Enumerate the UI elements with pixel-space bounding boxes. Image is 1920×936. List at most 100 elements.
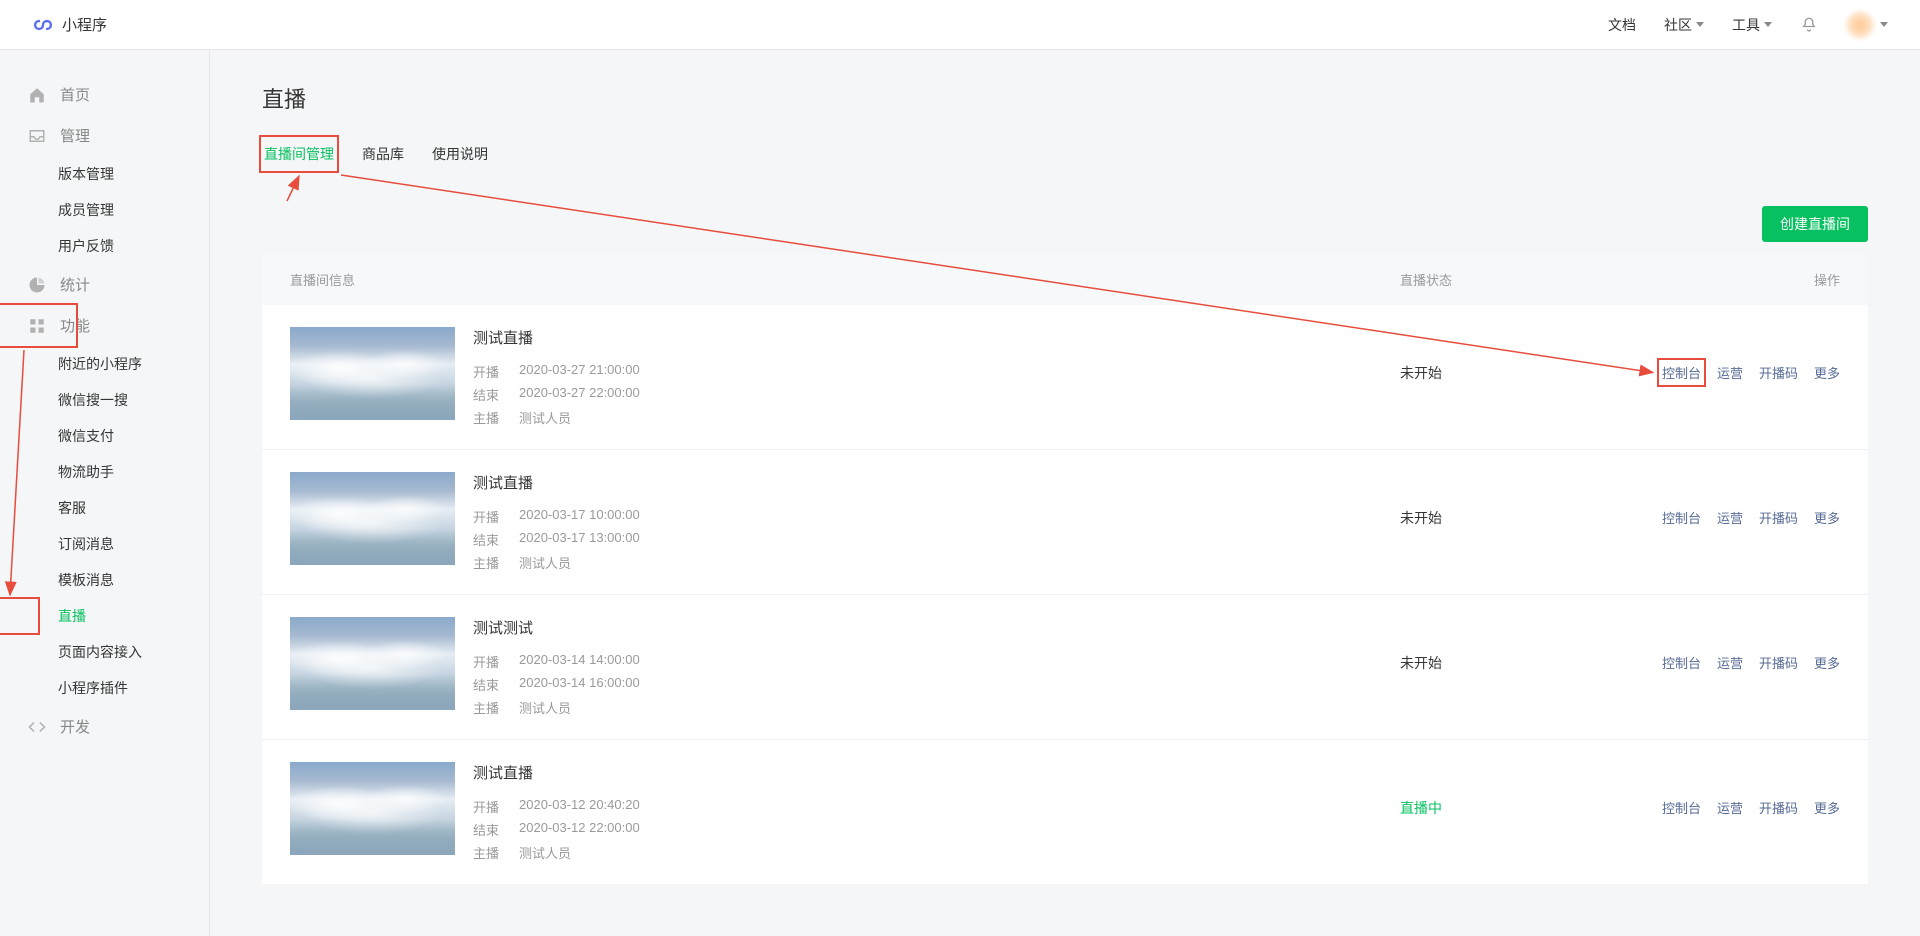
meta-start-label: 开播 [473,362,519,381]
table-row: 测试测试 开播 2020-03-14 14:00:00 结束 2020-03-1… [262,595,1868,740]
meta-host-label: 主播 [473,408,519,427]
page-title: 直播 [262,82,1868,114]
op-more[interactable]: 更多 [1814,798,1840,817]
sidebar-sub-plugin[interactable]: 小程序插件 [0,670,209,706]
room-thumbnail [290,327,455,420]
meta-host-label: 主播 [473,843,519,862]
sidebar-sub-logistics[interactable]: 物流助手 [0,454,209,490]
sidebar-sub-live[interactable]: 直播 [0,598,209,634]
room-status: 直播中 [1400,762,1640,818]
meta-start-label: 开播 [473,797,519,816]
room-thumbnail [290,762,455,855]
room-thumbnail [290,617,455,710]
room-ops: 控制台 运营 开播码 更多 [1640,327,1840,382]
sidebar-sub-pay[interactable]: 微信支付 [0,418,209,454]
sidebar-sub-nearby[interactable]: 附近的小程序 [0,346,209,382]
sidebar-sub-member[interactable]: 成员管理 [0,192,209,228]
table-row: 测试直播 开播 2020-03-12 20:40:20 结束 2020-03-1… [262,740,1868,884]
sidebar-sub-search[interactable]: 微信搜一搜 [0,382,209,418]
room-ops: 控制台 运营 开播码 更多 [1640,472,1840,527]
bell-icon [1800,16,1818,34]
meta-host-value: 测试人员 [519,408,1400,427]
table-header: 直播间信息 直播状态 操作 [262,254,1868,305]
sidebar-sub-service[interactable]: 客服 [0,490,209,526]
op-more[interactable]: 更多 [1814,363,1840,382]
sidebar-home[interactable]: 首页 [0,74,209,115]
meta-end-label: 结束 [473,385,519,404]
op-code[interactable]: 开播码 [1759,508,1798,527]
sidebar-sub-template[interactable]: 模板消息 [0,562,209,598]
op-code[interactable]: 开播码 [1759,798,1798,817]
room-thumbnail [290,472,455,565]
nav-notifications[interactable] [1800,16,1818,34]
room-info: 测试直播 开播 2020-03-12 20:40:20 结束 2020-03-1… [473,762,1400,862]
meta-start-value: 2020-03-12 20:40:20 [519,797,1400,816]
op-operate[interactable]: 运营 [1717,363,1743,382]
room-status: 未开始 [1400,472,1640,528]
top-nav: 文档 社区 工具 [1608,11,1888,39]
room-ops: 控制台 运营 开播码 更多 [1640,762,1840,817]
sidebar-stats[interactable]: 统计 [0,264,209,305]
inbox-icon [28,127,46,145]
sidebar-manage[interactable]: 管理 [0,115,209,156]
logo[interactable]: 小程序 [32,14,107,36]
op-operate[interactable]: 运营 [1717,653,1743,672]
room-status: 未开始 [1400,617,1640,673]
meta-start-label: 开播 [473,652,519,671]
meta-end-value: 2020-03-14 16:00:00 [519,675,1400,694]
chevron-down-icon [1696,22,1704,27]
chevron-down-icon [1764,22,1772,27]
sidebar-sub-page-access[interactable]: 页面内容接入 [0,634,209,670]
create-room-button[interactable]: 创建直播间 [1762,206,1868,242]
meta-end-value: 2020-03-12 22:00:00 [519,820,1400,839]
grid-icon [28,317,46,335]
op-more[interactable]: 更多 [1814,508,1840,527]
meta-host-value: 测试人员 [519,698,1400,717]
nav-tools[interactable]: 工具 [1732,15,1772,35]
meta-host-value: 测试人员 [519,843,1400,862]
table-row: 测试直播 开播 2020-03-17 10:00:00 结束 2020-03-1… [262,450,1868,595]
room-status: 未开始 [1400,327,1640,383]
live-room-table: 直播间信息 直播状态 操作 测试直播 开播 2020-03-27 21:00:0… [262,254,1868,884]
sidebar-features[interactable]: 功能 [0,305,209,346]
tab-room-manage[interactable]: 直播间管理 [262,138,336,170]
meta-end-value: 2020-03-27 22:00:00 [519,385,1400,404]
meta-host-label: 主播 [473,553,519,572]
meta-end-label: 结束 [473,530,519,549]
code-icon [28,718,46,736]
chevron-down-icon [1880,22,1888,27]
main-content: 直播 直播间管理 商品库 使用说明 创建直播间 直播间信息 直播状态 操作 测试… [210,50,1920,936]
sidebar-sub-subscribe[interactable]: 订阅消息 [0,526,209,562]
sidebar-sub-feedback[interactable]: 用户反馈 [0,228,209,264]
nav-docs[interactable]: 文档 [1608,15,1636,35]
sidebar-sub-version[interactable]: 版本管理 [0,156,209,192]
sidebar-dev[interactable]: 开发 [0,706,209,747]
th-op: 操作 [1640,270,1840,289]
op-console[interactable]: 控制台 [1662,508,1701,527]
op-more[interactable]: 更多 [1814,653,1840,672]
op-console[interactable]: 控制台 [1662,798,1701,817]
op-console[interactable]: 控制台 [1662,653,1701,672]
meta-start-value: 2020-03-17 10:00:00 [519,507,1400,526]
meta-end-label: 结束 [473,820,519,839]
op-code[interactable]: 开播码 [1759,363,1798,382]
chart-pie-icon [28,276,46,294]
th-info: 直播间信息 [290,270,1400,289]
room-title: 测试直播 [473,327,1400,348]
room-ops: 控制台 运营 开播码 更多 [1640,617,1840,672]
room-info: 测试直播 开播 2020-03-17 10:00:00 结束 2020-03-1… [473,472,1400,572]
op-operate[interactable]: 运营 [1717,798,1743,817]
op-code[interactable]: 开播码 [1759,653,1798,672]
meta-host-value: 测试人员 [519,553,1400,572]
nav-community[interactable]: 社区 [1664,15,1704,35]
top-header: 小程序 文档 社区 工具 [0,0,1920,50]
tab-guide[interactable]: 使用说明 [430,138,490,170]
op-console[interactable]: 控制台 [1662,363,1701,382]
tab-goods[interactable]: 商品库 [360,138,406,170]
op-operate[interactable]: 运营 [1717,508,1743,527]
home-icon [28,86,46,104]
table-row: 测试直播 开播 2020-03-27 21:00:00 结束 2020-03-2… [262,305,1868,450]
user-menu[interactable] [1846,11,1888,39]
tabs: 直播间管理 商品库 使用说明 [262,138,1868,170]
room-title: 测试直播 [473,472,1400,493]
